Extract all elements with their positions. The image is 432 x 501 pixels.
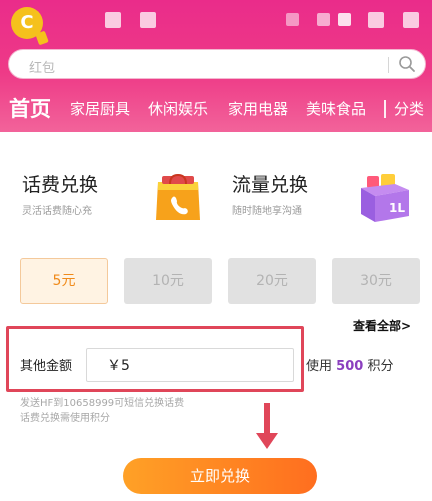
wifi-icon [317,13,330,26]
nav-item-appliances[interactable]: 家用电器 [228,98,288,119]
amount-option-30[interactable]: 30元 [332,258,420,304]
shopping-bag-phone-icon [156,173,200,220]
amount-option-5[interactable]: 5元 [20,258,108,304]
app-logo[interactable]: C [11,7,43,39]
nav-item-food[interactable]: 美味食品 [306,98,366,119]
status-icon [338,13,351,26]
nav-item-categories[interactable]: 分类 [394,98,424,119]
amount-option-20[interactable]: 20元 [228,258,316,304]
search-icon[interactable] [398,55,416,73]
status-icon [140,12,156,28]
redeem-now-button[interactable]: 立即兑换 [123,458,317,494]
card-title: 流量兑换 [232,174,309,196]
card-title: 话费兑换 [22,174,99,196]
annotation-arrow-head [256,433,278,449]
category-nav: 首页 家居厨具 休闲娱乐 家用电器 美味食品 分类 [0,92,432,124]
header: C 红包 首页 家居厨具 休闲娱乐 家用电器 美味食品 分类 [0,0,432,132]
card-subtitle: 灵活话费随心充 [22,206,92,217]
gift-box-icon: 1L [361,174,409,222]
signal-icon [286,13,299,26]
sms-note-line: 发送HF到10658999可短信兑换话费 [20,398,185,409]
nav-item-home[interactable]: 首页 [9,93,51,123]
points-value: 500 [336,359,364,374]
card-subtitle: 随时随地享沟通 [232,206,302,217]
sms-redeem-note: 发送HF到10658999可短信兑换话费 话费兑换需使用积分 [20,396,184,426]
search-divider [388,57,389,73]
nav-item-leisure[interactable]: 休闲娱乐 [148,98,208,119]
nav-item-home-kitchen[interactable]: 家居厨具 [70,98,130,119]
sms-note-line: 话费兑换需使用积分 [20,413,110,424]
nav-divider [384,100,386,118]
battery-icon [368,12,384,28]
search-placeholder: 红包 [29,61,56,76]
annotation-highlight-box [6,326,304,392]
points-prefix: 使用 [306,359,333,374]
amount-option-10[interactable]: 10元 [124,258,212,304]
annotation-arrow [264,403,270,435]
status-icon [105,12,121,28]
status-icon [403,12,419,28]
search-input[interactable]: 红包 [8,49,426,79]
view-all-link[interactable]: 查看全部> [353,317,411,334]
phone-credit-card[interactable]: 话费兑换 灵活话费随心充 [22,170,98,217]
data-plan-card[interactable]: 流量兑换 随时随地享沟通 [232,170,308,217]
points-suffix: 积分 [367,359,394,374]
svg-text:1L: 1L [389,201,405,215]
points-usage: 使用 500 积分 [306,355,393,374]
